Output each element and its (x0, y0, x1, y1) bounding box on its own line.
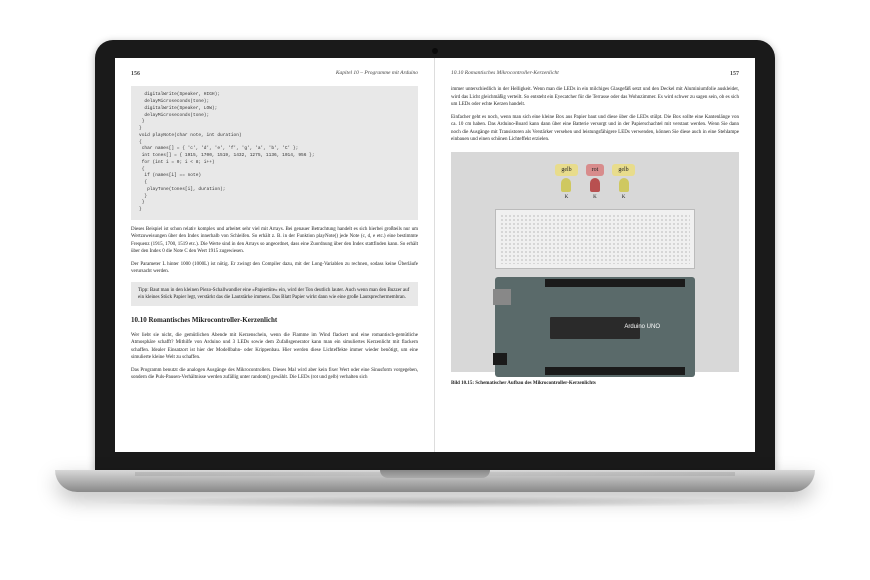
led-icon (619, 178, 629, 192)
book-page-right: 10.10 Romantisches Mikrocontroller-Kerze… (435, 58, 755, 452)
arduino-header-pins (545, 367, 685, 375)
chapter-title-left: Kapitel 10 – Programme mit Arduino (336, 70, 418, 78)
code-line: for (int i = 0; i < 8; i++) (139, 160, 410, 167)
code-line: } (139, 119, 410, 126)
led-group-red: rot K (586, 164, 605, 201)
screen-bezel: 156 Kapitel 10 – Programme mit Arduino d… (95, 40, 775, 470)
camera-dot (432, 48, 438, 54)
code-line: if (names[i] == note) (139, 173, 410, 180)
page-header-left: 156 Kapitel 10 – Programme mit Arduino (131, 70, 418, 78)
code-line: int tones[] = { 1915, 1700, 1519, 1432, … (139, 153, 410, 160)
laptop-base (55, 470, 815, 492)
code-line: } (139, 126, 410, 133)
led-label-yellow: gelb (555, 164, 577, 176)
code-line: } (139, 194, 410, 201)
page-number-left: 156 (131, 70, 140, 78)
screen-content: 156 Kapitel 10 – Programme mit Arduino d… (115, 58, 755, 452)
code-line: digitalWrite(Speaker, LOW); (139, 106, 410, 113)
arduino-board-icon: Arduino UNO (495, 277, 695, 377)
code-line: delayMicroseconds(tone); (139, 113, 410, 120)
paragraph: Einfacher geht es noch, wenn man sich ei… (451, 114, 739, 144)
led-group-yellow: gelb K (612, 164, 634, 201)
arduino-header-pins (545, 279, 685, 287)
paragraph: Dieses Beispiel ist schon relativ komple… (131, 226, 418, 256)
breadboard-icon (495, 209, 695, 269)
chapter-title-right: 10.10 Romantisches Mikrocontroller-Kerze… (451, 70, 559, 78)
paragraph: Das Programm benutzt die analogen Ausgän… (131, 367, 418, 382)
arduino-brand-label: Arduino UNO (624, 323, 660, 331)
tip-box: Tipp: Baut man in den kleinen Piezo-Scha… (131, 282, 418, 306)
page-number-right: 157 (730, 70, 739, 78)
book-page-left: 156 Kapitel 10 – Programme mit Arduino d… (115, 58, 435, 452)
laptop-mockup: 156 Kapitel 10 – Programme mit Arduino d… (55, 40, 815, 540)
section-heading: 10.10 Romantisches Mikrocontroller-Kerze… (131, 316, 418, 326)
code-line: { (139, 180, 410, 187)
code-block: digitalWrite(Speaker, HIGH); delayMicros… (131, 86, 418, 220)
led-cathode-label: K (555, 194, 577, 201)
led-icon (561, 178, 571, 192)
code-line: void playNote(char note, int duration) (139, 133, 410, 140)
trackpad-notch (380, 470, 490, 478)
power-port-icon (493, 353, 507, 365)
paragraph: Wer liebt sie nicht, die gemütlichen Abe… (131, 332, 418, 362)
laptop-shadow (85, 496, 785, 508)
led-cathode-label: K (586, 194, 605, 201)
code-line: delayMicroseconds(tone); (139, 99, 410, 106)
led-icon (590, 178, 600, 192)
led-label-red: rot (586, 164, 605, 176)
code-line: } (139, 207, 410, 214)
paragraph: immer unterschiedlich in der Helligkeit.… (451, 86, 739, 109)
usb-port-icon (493, 289, 511, 305)
code-line: } (139, 200, 410, 207)
paragraph: Der Parameter L hinter 1000 (1000L) ist … (131, 261, 418, 276)
page-header-right: 10.10 Romantisches Mikrocontroller-Kerze… (451, 70, 739, 78)
figure-caption: Bild 10.15: Schematischer Aufbau des Mik… (451, 380, 739, 387)
led-labels-row: gelb K rot K gelb K (459, 164, 731, 201)
led-label-yellow: gelb (612, 164, 634, 176)
code-line: playTone(tones[i], duration); (139, 187, 410, 194)
circuit-diagram: gelb K rot K gelb K (451, 152, 739, 372)
led-group-yellow: gelb K (555, 164, 577, 201)
breadboard-holes (500, 214, 690, 264)
led-cathode-label: K (612, 194, 634, 201)
